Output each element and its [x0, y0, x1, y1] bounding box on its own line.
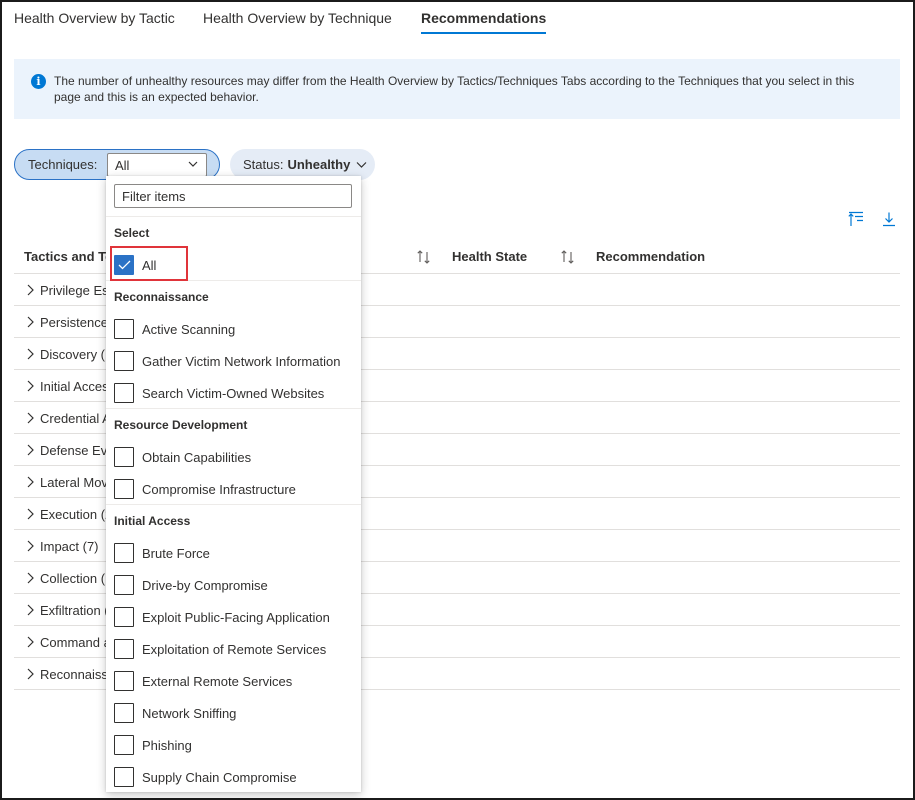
option-item[interactable]: Phishing	[114, 734, 192, 756]
row-label: Execution (2	[40, 507, 106, 522]
option-item[interactable]: Compromise Infrastructure	[114, 478, 296, 500]
option-label: Search Victim-Owned Websites	[142, 385, 325, 401]
checkbox-icon[interactable]	[114, 767, 134, 787]
option-item[interactable]: Brute Force	[114, 542, 210, 564]
techniques-select-value: All	[115, 157, 130, 173]
sort-ascending-icon[interactable]	[848, 211, 864, 227]
row-label: Credential A	[40, 411, 106, 426]
techniques-filter-label: Techniques:	[28, 157, 98, 172]
sort-icon[interactable]	[560, 249, 576, 265]
row-label: Persistence	[40, 315, 106, 330]
chevron-right-icon[interactable]	[26, 540, 35, 552]
info-message-bar: i The number of unhealthy resources may …	[14, 59, 900, 119]
row-label: Impact (7)	[40, 539, 99, 554]
option-label: Active Scanning	[142, 321, 236, 337]
option-item[interactable]: External Remote Services	[114, 670, 292, 692]
tab-health-overview-by-tactic[interactable]: Health Overview by Tactic	[14, 10, 175, 34]
option-label: Gather Victim Network Information	[142, 353, 341, 369]
row-label: Collection (	[40, 571, 106, 586]
checkbox-icon[interactable]	[114, 479, 134, 499]
row-label: Privilege Esc	[40, 283, 106, 298]
checkbox-icon[interactable]	[114, 703, 134, 723]
techniques-select[interactable]: All	[107, 153, 207, 177]
chevron-down-icon	[188, 161, 198, 167]
row-label: Exfiltration (	[40, 603, 106, 618]
row-label: Reconnaiss	[40, 667, 106, 682]
option-label: Exploit Public-Facing Application	[142, 609, 330, 625]
option-item[interactable]: Network Sniffing	[114, 702, 236, 724]
group-title: Resource Development	[114, 418, 248, 432]
option-item[interactable]: Search Victim-Owned Websites	[114, 382, 324, 404]
option-label: Compromise Infrastructure	[142, 481, 296, 497]
select-heading: Select	[114, 226, 150, 240]
checkbox-icon[interactable]	[114, 319, 134, 339]
option-item[interactable]: Active Scanning	[114, 318, 235, 340]
divider	[106, 504, 361, 505]
option-label: Brute Force	[142, 545, 210, 561]
checkbox-icon[interactable]	[114, 575, 134, 595]
chevron-right-icon[interactable]	[26, 412, 35, 424]
chevron-right-icon[interactable]	[26, 348, 35, 360]
chevron-down-icon	[356, 162, 367, 168]
option-label: Phishing	[142, 737, 192, 753]
tab-recommendations[interactable]: Recommendations	[421, 10, 547, 34]
chevron-right-icon[interactable]	[26, 508, 35, 520]
chevron-right-icon[interactable]	[26, 444, 35, 456]
option-label: Obtain Capabilities	[142, 449, 252, 465]
status-filter-label: Status:	[243, 157, 284, 172]
checkbox-icon[interactable]	[114, 383, 134, 403]
checkbox-icon[interactable]	[114, 447, 134, 467]
option-item[interactable]: Exploitation of Remote Services	[114, 638, 326, 660]
chevron-right-icon[interactable]	[26, 636, 35, 648]
option-label: External Remote Services	[142, 673, 293, 689]
chevron-right-icon[interactable]	[26, 380, 35, 392]
checkbox-icon[interactable]	[114, 351, 134, 371]
row-label: Initial Acces	[40, 379, 106, 394]
row-label: Command a	[40, 635, 106, 650]
chevron-right-icon[interactable]	[26, 604, 35, 616]
checkbox-icon[interactable]	[114, 639, 134, 659]
option-label: Supply Chain Compromise	[142, 769, 297, 785]
divider	[106, 408, 361, 409]
group-title: Initial Access	[114, 514, 191, 528]
option-label: Exploitation of Remote Services	[142, 641, 327, 657]
highlight-box	[110, 246, 188, 281]
status-filter-value: Unhealthy	[287, 157, 351, 172]
option-item[interactable]: Exploit Public-Facing Application	[114, 606, 330, 628]
column-header-recommendation[interactable]: Recommendation	[596, 249, 705, 264]
group-title: Reconnaissance	[114, 290, 209, 304]
option-item[interactable]: Supply Chain Compromise	[114, 766, 297, 788]
checkbox-icon[interactable]	[114, 671, 134, 691]
row-label: Lateral Mov	[40, 475, 106, 490]
filter-items-input[interactable]	[114, 184, 352, 208]
column-header-health-state[interactable]: Health State	[452, 249, 527, 264]
chevron-right-icon[interactable]	[26, 284, 35, 296]
row-label: Defense Eva	[40, 443, 106, 458]
checkbox-icon[interactable]	[114, 607, 134, 627]
row-label: Discovery (1	[40, 347, 106, 362]
option-item[interactable]: Obtain Capabilities	[114, 446, 251, 468]
sort-icon[interactable]	[416, 249, 432, 265]
info-icon: i	[31, 74, 46, 89]
column-header-tactics[interactable]: Tactics and Te	[24, 249, 112, 264]
checkbox-icon[interactable]	[114, 543, 134, 563]
chevron-right-icon[interactable]	[26, 316, 35, 328]
option-label: Network Sniffing	[142, 705, 237, 721]
option-label: Drive-by Compromise	[142, 577, 268, 593]
chevron-right-icon[interactable]	[26, 572, 35, 584]
option-item[interactable]: Gather Victim Network Information	[114, 350, 340, 372]
download-icon[interactable]	[881, 211, 897, 227]
info-message-text: The number of unhealthy resources may di…	[54, 74, 855, 104]
tab-health-overview-by-technique[interactable]: Health Overview by Technique	[203, 10, 392, 34]
chevron-right-icon[interactable]	[26, 476, 35, 488]
divider	[106, 216, 361, 217]
checkbox-icon[interactable]	[114, 735, 134, 755]
chevron-right-icon[interactable]	[26, 668, 35, 680]
option-item[interactable]: Drive-by Compromise	[114, 574, 268, 596]
